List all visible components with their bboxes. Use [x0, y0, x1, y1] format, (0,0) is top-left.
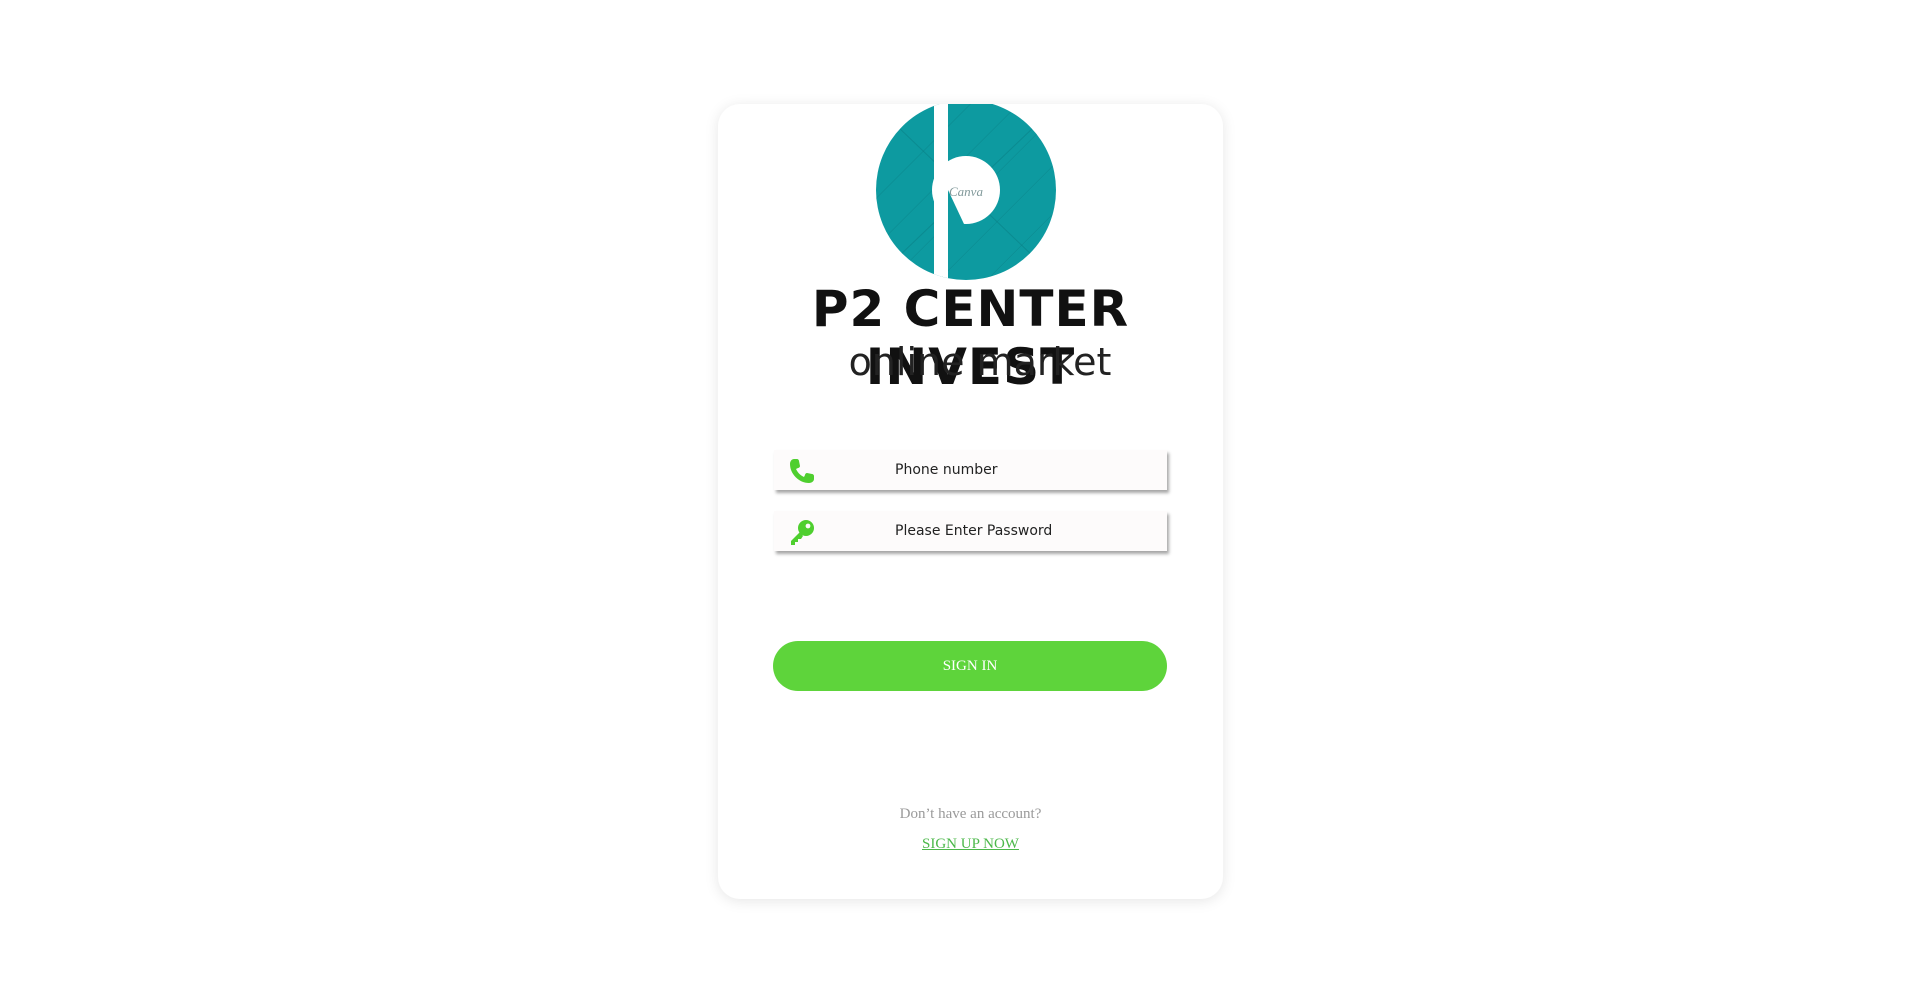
login-card: Canva P2 CENTER INVEST online market Pho… [718, 104, 1223, 899]
brand-logo: Canva P2 CENTER INVEST online market [718, 104, 1223, 396]
no-account-text: Don’t have an account? [899, 806, 1042, 822]
p2-logo-icon: Canva [876, 104, 1056, 280]
sign-up-link[interactable]: SIGN UP NOW [718, 836, 1223, 853]
phone-field[interactable]: Phone number [774, 450, 1167, 490]
phone-placeholder: Phone number [895, 462, 998, 478]
password-field[interactable]: Please Enter Password [774, 511, 1167, 551]
sign-in-button[interactable]: SIGN IN [773, 641, 1167, 691]
password-placeholder: Please Enter Password [895, 523, 1053, 539]
brand-subtitle: online market [848, 340, 1112, 384]
phone-icon [790, 459, 814, 483]
canva-watermark: Canva [949, 184, 983, 199]
key-icon [791, 520, 814, 545]
